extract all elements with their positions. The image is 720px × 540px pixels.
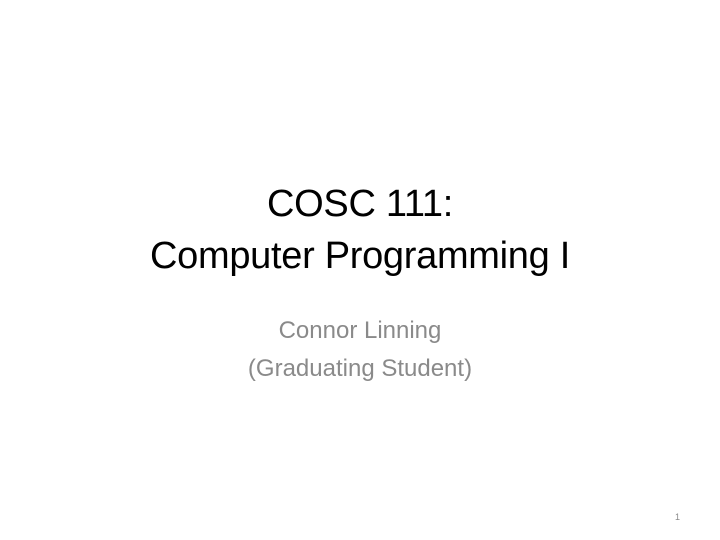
slide-number: 1 xyxy=(674,512,680,522)
title-line-course-code: COSC 111: xyxy=(267,183,453,225)
subtitle-presenter-role: (Graduating Student) xyxy=(247,355,473,382)
subtitle-presenter-name: Connor Linning xyxy=(278,317,442,344)
title-line-course-name: Computer Programming I xyxy=(150,235,570,277)
slide-subtitle: Connor Linning (Graduating Student) xyxy=(60,312,660,388)
slide: COSC 111: Computer Programming I Connor … xyxy=(0,0,720,540)
slide-title: COSC 111: Computer Programming I xyxy=(60,178,660,282)
